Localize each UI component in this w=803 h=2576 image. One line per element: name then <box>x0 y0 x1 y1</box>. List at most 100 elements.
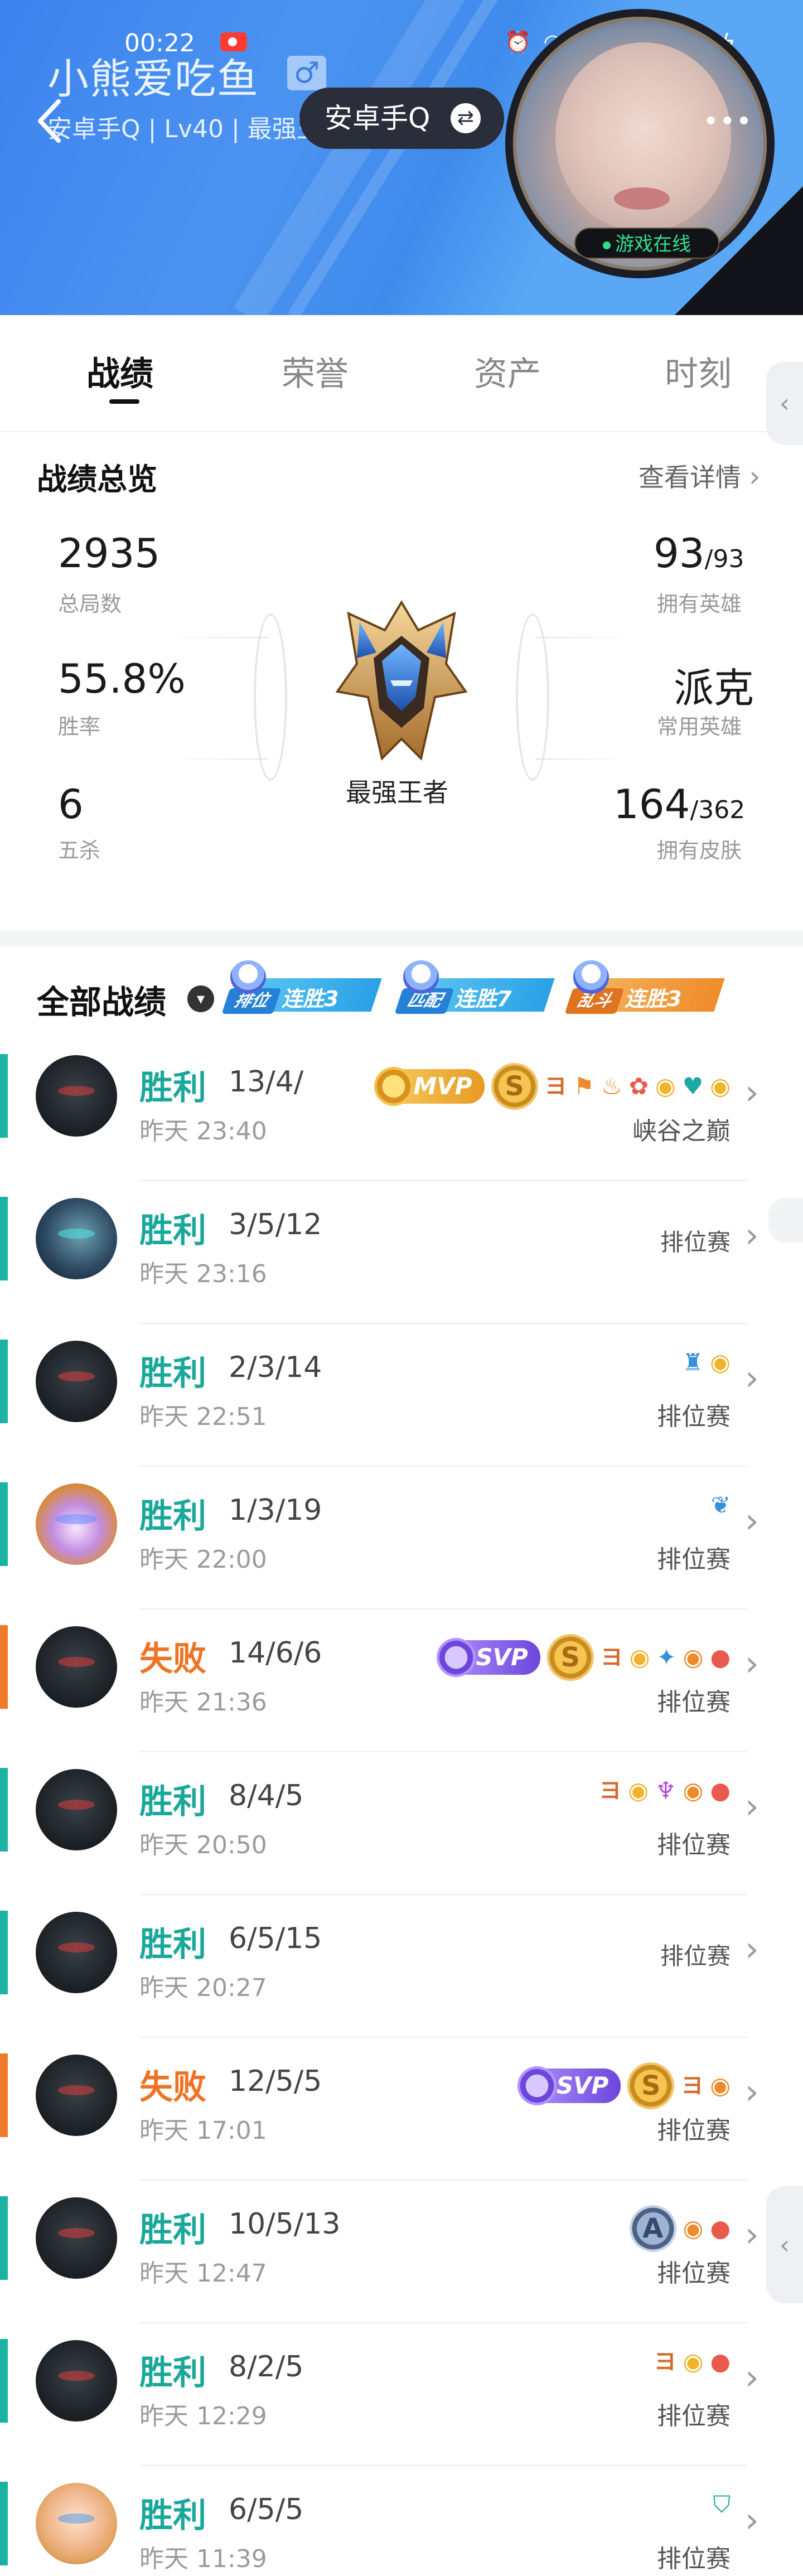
rank-label: 最强王者 <box>346 777 448 808</box>
side-drawer-handle-mini[interactable] <box>768 1198 803 1243</box>
lotus-icon: ✿ <box>628 1072 649 1100</box>
match-row[interactable]: 胜利 8/2/5 昨天 12:29 排位赛 ヨ ◉ ● › <box>0 2323 803 2466</box>
match-time: 昨天 17:01 <box>139 2116 267 2145</box>
match-row[interactable]: 失败 12/5/5 昨天 17:01 排位赛 SVP S ヨ ◉ › <box>0 2038 803 2181</box>
stat-penta-kills: 6 <box>58 781 84 828</box>
match-row[interactable]: 胜利 6/5/5 昨天 11:39 排位赛 ⛉ › <box>0 2466 803 2576</box>
tab-active-indicator <box>109 399 139 404</box>
match-result: 胜利 <box>139 1211 206 1250</box>
grade-s-badge: S <box>546 1634 594 1681</box>
triple-kill-icon: ヨ <box>681 2073 704 2099</box>
drop-icon: ● <box>710 1644 731 1671</box>
gender-male-icon: ♂ <box>287 56 326 90</box>
coins-icon: ◉ <box>655 1072 676 1100</box>
match-mode: 排位赛 <box>657 2116 731 2145</box>
grade-a-badge: A <box>629 2205 676 2252</box>
stat-skins-owned: 164/362 <box>613 781 745 828</box>
tab-moments[interactable]: 时刻 <box>665 347 732 395</box>
streak-text: 连胜7 <box>454 987 512 1011</box>
stat-total-games: 2935 <box>58 530 161 577</box>
win-indicator-bar <box>0 2339 8 2423</box>
streak-match[interactable]: 匹配 连胜7 <box>394 958 555 1014</box>
svp-badge-text: SVP <box>476 1644 528 1671</box>
stat-skins-owned-total: /362 <box>690 796 746 824</box>
chevron-right-icon: › <box>745 1929 759 1969</box>
stat-skins-owned-value: 164 <box>613 781 690 828</box>
hero-avatar <box>36 1912 117 1993</box>
mvp-badge: MVP <box>374 1067 485 1106</box>
svp-badge: SVP <box>517 2066 621 2105</box>
streak-brawl[interactable]: 乱斗 连胜3 <box>564 958 725 1014</box>
match-mode: 排位赛 <box>657 1688 731 1717</box>
tab-assets[interactable]: 资产 <box>474 347 541 395</box>
records-filter-dropdown[interactable]: ▾ <box>187 985 214 1012</box>
drop-icon: ● <box>710 2348 731 2375</box>
match-kda: 1/3/19 <box>229 1494 322 1527</box>
profile-subinfo: 安卓手Q | Lv40 | 最强王 <box>47 115 309 143</box>
stat-heroes-owned-value: 93 <box>654 530 705 577</box>
stat-heroes-owned-label: 拥有英雄 <box>657 592 742 616</box>
match-row[interactable]: 胜利 1/3/19 昨天 22:00 排位赛 ❦ › <box>0 1467 803 1610</box>
more-options-button[interactable]: ••• <box>704 109 753 134</box>
hero-avatar <box>36 1626 117 1708</box>
chevron-right-icon: › <box>745 1643 759 1684</box>
match-kda: 12/5/5 <box>229 2065 322 2098</box>
hero-avatar <box>36 1198 117 1279</box>
overview-line <box>167 637 268 638</box>
match-badges: ♜ ◉ <box>683 1349 731 1376</box>
mvp-coin-icon <box>374 1067 414 1106</box>
online-dot-icon <box>603 241 611 249</box>
tab-honors[interactable]: 荣誉 <box>282 347 349 395</box>
alarm-icon: ⏰ <box>505 30 531 54</box>
stat-heroes-owned-total: /93 <box>704 545 744 573</box>
match-row[interactable]: 胜利 3/5/12 昨天 23:16 排位赛 › <box>0 1181 803 1324</box>
grade-s-badge: S <box>627 2062 675 2109</box>
chevron-right-icon: › <box>745 1786 759 1826</box>
coins-icon: ◉ <box>683 2348 704 2375</box>
match-result: 胜利 <box>139 2211 206 2250</box>
match-badges: SVP S ヨ ◉ <box>517 2062 731 2109</box>
account-switch-label: 安卓手Q <box>325 102 430 134</box>
win-indicator-bar <box>0 2482 8 2565</box>
online-status-text: 游戏在线 <box>615 233 691 255</box>
match-time: 昨天 22:00 <box>139 1545 267 1574</box>
overview-title: 战绩总览 <box>37 462 157 497</box>
match-row[interactable]: 胜利 2/3/14 昨天 22:51 排位赛 ♜ ◉ › <box>0 1324 803 1467</box>
triple-kill-icon: ヨ <box>544 1074 567 1099</box>
match-row[interactable]: 胜利 10/5/13 昨天 12:47 排位赛 A ◉ ● › <box>0 2181 803 2323</box>
coins-icon: ◉ <box>629 1644 650 1671</box>
match-result: 胜利 <box>139 1497 206 1536</box>
match-result: 失败 <box>139 1640 206 1679</box>
match-mode: 排位赛 <box>657 1403 731 1431</box>
match-mode: 排位赛 <box>657 1545 731 1574</box>
match-time: 昨天 12:47 <box>139 2259 267 2288</box>
match-time: 昨天 21:36 <box>139 1688 267 1717</box>
chevron-right-icon: › <box>745 2214 759 2255</box>
grade-s-badge: S <box>491 1063 538 1110</box>
match-time: 昨天 11:39 <box>139 2545 267 2573</box>
match-row[interactable]: 失败 14/6/6 昨天 21:36 排位赛 SVP S ヨ ◉ ✦ ◉ ● › <box>0 1610 803 1752</box>
win-indicator-bar <box>0 1482 8 1566</box>
match-row[interactable]: 胜利 6/5/15 昨天 20:27 排位赛 › <box>0 1895 803 2038</box>
coin-up-icon: ◉ <box>710 2072 731 2099</box>
match-mode: 排位赛 <box>660 1229 731 1256</box>
hero-avatar <box>36 2483 117 2564</box>
tab-records[interactable]: 战绩 <box>86 347 153 395</box>
triple-kill-icon: ヨ <box>599 1778 622 1804</box>
match-row[interactable]: 胜利 8/4/5 昨天 20:50 排位赛 ヨ ◉ ♆ ◉ ● › <box>0 1752 803 1895</box>
lose-indicator-bar <box>0 1625 8 1709</box>
account-switch-button[interactable]: 安卓手Q ⇄ <box>299 88 504 149</box>
side-drawer-handle-bottom[interactable]: ‹ <box>766 2186 803 2303</box>
match-badges: SVP S ヨ ◉ ✦ ◉ ● <box>437 1634 731 1681</box>
drop-icon: ● <box>710 2215 731 2242</box>
lose-indicator-bar <box>0 2053 8 2137</box>
records-title: 全部战绩 <box>37 983 167 1021</box>
hero-avatar <box>36 1055 117 1137</box>
view-details-link[interactable]: 查看详情 <box>638 457 761 494</box>
match-row[interactable]: 胜利 13/4/ 昨天 23:40 峡谷之巅 MVP S ヨ ⚑ ♨ ✿ ◉ ♥… <box>0 1038 803 1181</box>
side-drawer-handle[interactable]: ‹ <box>766 361 803 445</box>
match-badges: MVP S ヨ ⚑ ♨ ✿ ◉ ♥ ◉ <box>374 1063 731 1110</box>
match-badges: ❦ <box>711 1491 731 1519</box>
match-kda: 3/5/12 <box>229 1208 322 1241</box>
streak-ranked[interactable]: 排位 连胜3 <box>221 958 382 1014</box>
